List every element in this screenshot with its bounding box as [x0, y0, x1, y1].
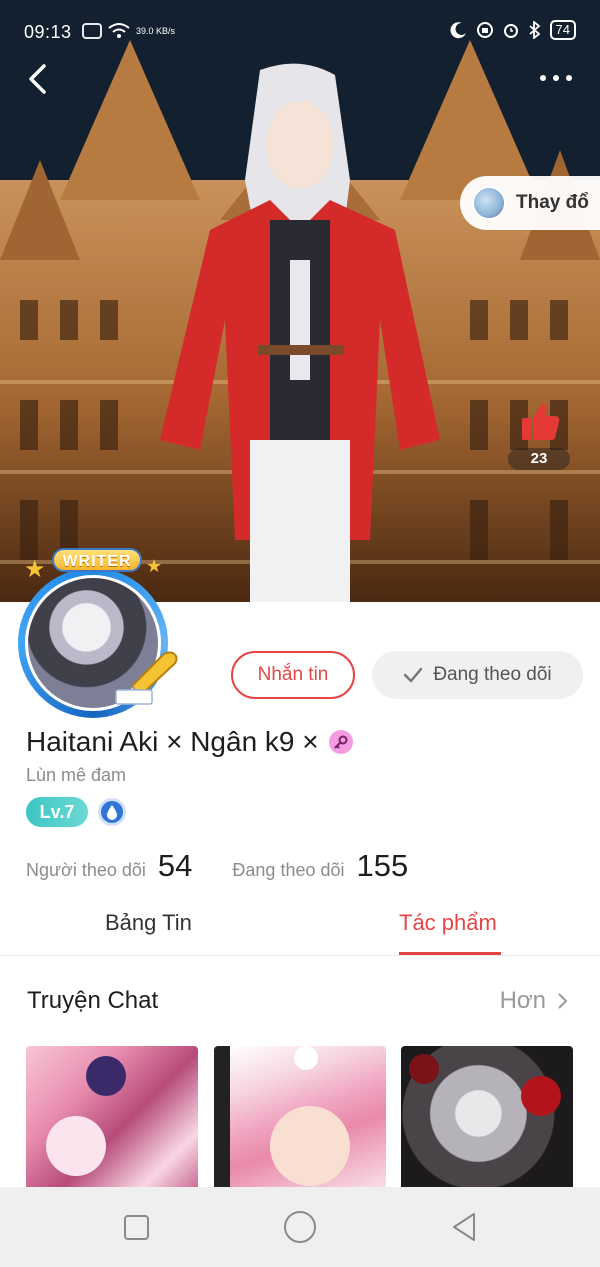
chat-story-thumbnail[interactable] — [214, 1046, 386, 1196]
bluetooth-icon — [528, 21, 540, 39]
following-count[interactable]: 155 — [357, 848, 409, 884]
followers-label[interactable]: Người theo dõi — [26, 860, 146, 881]
badges-row: Lv.7 — [26, 797, 126, 827]
profile-avatar[interactable]: WRITER ★ ★ — [6, 546, 186, 718]
tab-works[interactable]: Tác phẩm — [399, 910, 497, 936]
following-button-label: Đang theo dõi — [433, 664, 552, 685]
star-icon: ★ — [146, 556, 163, 576]
wifi-icon — [108, 23, 130, 38]
status-bar: 09:13 39.0 KB/s 74 — [0, 0, 600, 60]
star-icon: ★ — [24, 556, 46, 583]
writer-badge: WRITER — [52, 548, 142, 572]
change-outfit-button[interactable]: Thay đổ — [460, 176, 600, 230]
message-button[interactable]: Nhắn tin — [231, 651, 355, 699]
moon-icon — [450, 22, 466, 39]
droplet-icon[interactable] — [98, 798, 126, 826]
check-icon — [404, 667, 423, 683]
status-time: 09:13 — [24, 22, 72, 42]
home-button[interactable] — [284, 1211, 316, 1243]
user-bio: Lùn mê đam — [26, 765, 127, 785]
more-options-button[interactable] — [540, 68, 572, 88]
more-dot-icon — [540, 75, 546, 81]
chat-story-thumbnail[interactable] — [401, 1046, 573, 1196]
battery-indicator: 74 — [549, 20, 576, 40]
follow-stats: Người theo dõi 54 Đang theo dõi 155 — [26, 848, 408, 884]
thumbs-up-icon — [522, 404, 560, 440]
chat-story-thumbnail[interactable] — [26, 1046, 198, 1196]
key-icon — [328, 730, 353, 754]
lock-rotation-icon — [476, 22, 493, 38]
network-speed: 39.0 KB/s — [136, 26, 176, 36]
following-label[interactable]: Đang theo dõi — [232, 860, 344, 881]
change-outfit-label: Thay đổ — [516, 192, 589, 213]
back-button[interactable] — [22, 62, 54, 96]
like-count: 23 — [508, 448, 570, 470]
thumbnail-decoration — [294, 1046, 318, 1070]
profile-cover: 09:13 39.0 KB/s 74 Thay đổ 23 — [0, 0, 600, 602]
tab-news-feed[interactable]: Bảng Tin — [105, 910, 192, 936]
more-dot-icon — [566, 75, 572, 81]
section-title: Truyện Chat — [27, 987, 159, 1014]
see-more-label: Hơn — [499, 987, 546, 1014]
status-left-icons: 39.0 KB/s — [82, 22, 175, 40]
thumbnail-decoration — [409, 1054, 439, 1084]
username-row: Haitani Aki × Ngân k9 × — [26, 726, 353, 758]
level-badge[interactable]: Lv.7 — [26, 797, 88, 827]
fountain-pen-icon — [115, 651, 178, 705]
recent-apps-button[interactable] — [124, 1215, 149, 1240]
thumbnail-decoration — [521, 1076, 561, 1116]
thumbnail-decoration — [46, 1116, 106, 1176]
alarm-icon — [503, 24, 518, 38]
chevron-right-icon — [558, 993, 568, 1009]
active-tab-indicator — [399, 952, 501, 955]
following-button[interactable]: Đang theo dõi — [372, 651, 583, 699]
thumbnail-decoration — [270, 1106, 350, 1186]
thumbnail-decoration — [86, 1056, 126, 1096]
avatar-character-illustration — [160, 63, 440, 602]
profile-tabs: Bảng Tin Tác phẩm — [0, 900, 600, 956]
like-button[interactable]: 23 — [508, 398, 570, 474]
more-dot-icon — [553, 75, 559, 81]
username: Haitani Aki × Ngân k9 × — [26, 726, 319, 757]
outfit-thumbnail — [472, 186, 506, 220]
followers-count[interactable]: 54 — [158, 848, 192, 884]
system-back-button[interactable] — [450, 1211, 478, 1243]
notification-icon — [82, 23, 102, 39]
system-navigation-bar — [0, 1187, 600, 1267]
see-more-link[interactable]: Hơn — [500, 987, 568, 1015]
status-right-icons: 74 — [450, 20, 576, 40]
